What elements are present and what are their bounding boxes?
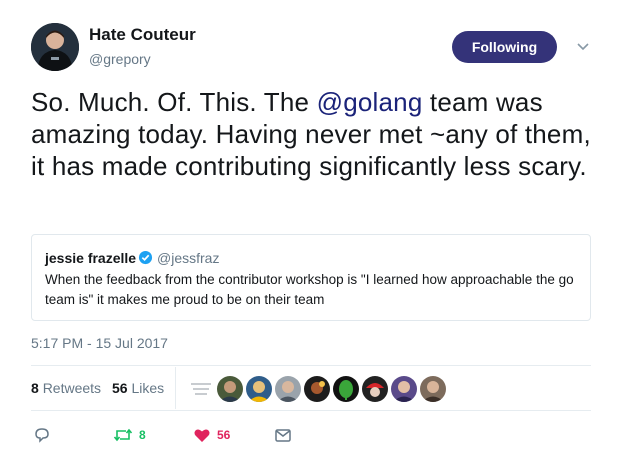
liker-avatar[interactable] — [217, 376, 243, 402]
liker-avatar[interactable] — [246, 376, 272, 402]
likes-stat[interactable]: 56 Likes — [112, 380, 164, 396]
chevron-down-icon[interactable] — [575, 41, 591, 53]
likes-count: 56 — [112, 380, 128, 396]
author-name[interactable]: Hate Couteur — [89, 25, 196, 45]
like-button[interactable]: 56 — [193, 426, 230, 444]
liker-avatar[interactable] — [391, 376, 417, 402]
verified-badge-icon — [138, 250, 153, 265]
retweet-button[interactable]: 8 — [113, 426, 146, 444]
author-avatar[interactable] — [31, 23, 79, 71]
reply-icon — [35, 428, 49, 443]
direct-message-button[interactable] — [274, 426, 292, 444]
quoted-author-handle: @jessfraz — [157, 250, 220, 266]
stats-separator — [175, 367, 176, 409]
liker-avatar[interactable] — [362, 376, 388, 402]
quoted-tweet[interactable]: jessie frazelle @jessfraz When the feedb… — [31, 234, 591, 321]
divider — [31, 410, 591, 411]
reply-button[interactable] — [33, 426, 51, 444]
tweet-text-part: So. Much. Of. This. The — [31, 87, 317, 117]
mention-link[interactable]: @golang — [317, 87, 423, 117]
envelope-icon — [275, 429, 291, 442]
retweet-count: 8 — [139, 428, 146, 442]
retweets-stat[interactable]: 8 Retweets — [31, 380, 101, 396]
quoted-author-name: jessie frazelle — [45, 250, 137, 266]
liker-avatar[interactable] — [420, 376, 446, 402]
author-handle[interactable]: @grepory — [89, 51, 151, 67]
retweets-count: 8 — [31, 380, 39, 396]
liker-avatar[interactable] — [333, 376, 359, 402]
retweet-icon — [113, 428, 133, 442]
quoted-tweet-text: When the feedback from the contributor w… — [45, 272, 574, 307]
tweet-timestamp[interactable]: 5:17 PM - 15 Jul 2017 — [31, 335, 168, 351]
liker-avatar[interactable] — [304, 376, 330, 402]
heart-icon — [194, 429, 210, 442]
tweet-text: So. Much. Of. This. The @golang team was… — [31, 86, 601, 182]
liker-avatar[interactable] — [275, 376, 301, 402]
liker-avatar[interactable] — [188, 376, 214, 402]
liker-avatars — [188, 376, 446, 402]
likes-label: Likes — [131, 380, 165, 396]
retweets-label: Retweets — [42, 380, 102, 396]
divider — [31, 365, 591, 366]
following-button[interactable]: Following — [452, 31, 557, 63]
like-count: 56 — [217, 428, 231, 442]
